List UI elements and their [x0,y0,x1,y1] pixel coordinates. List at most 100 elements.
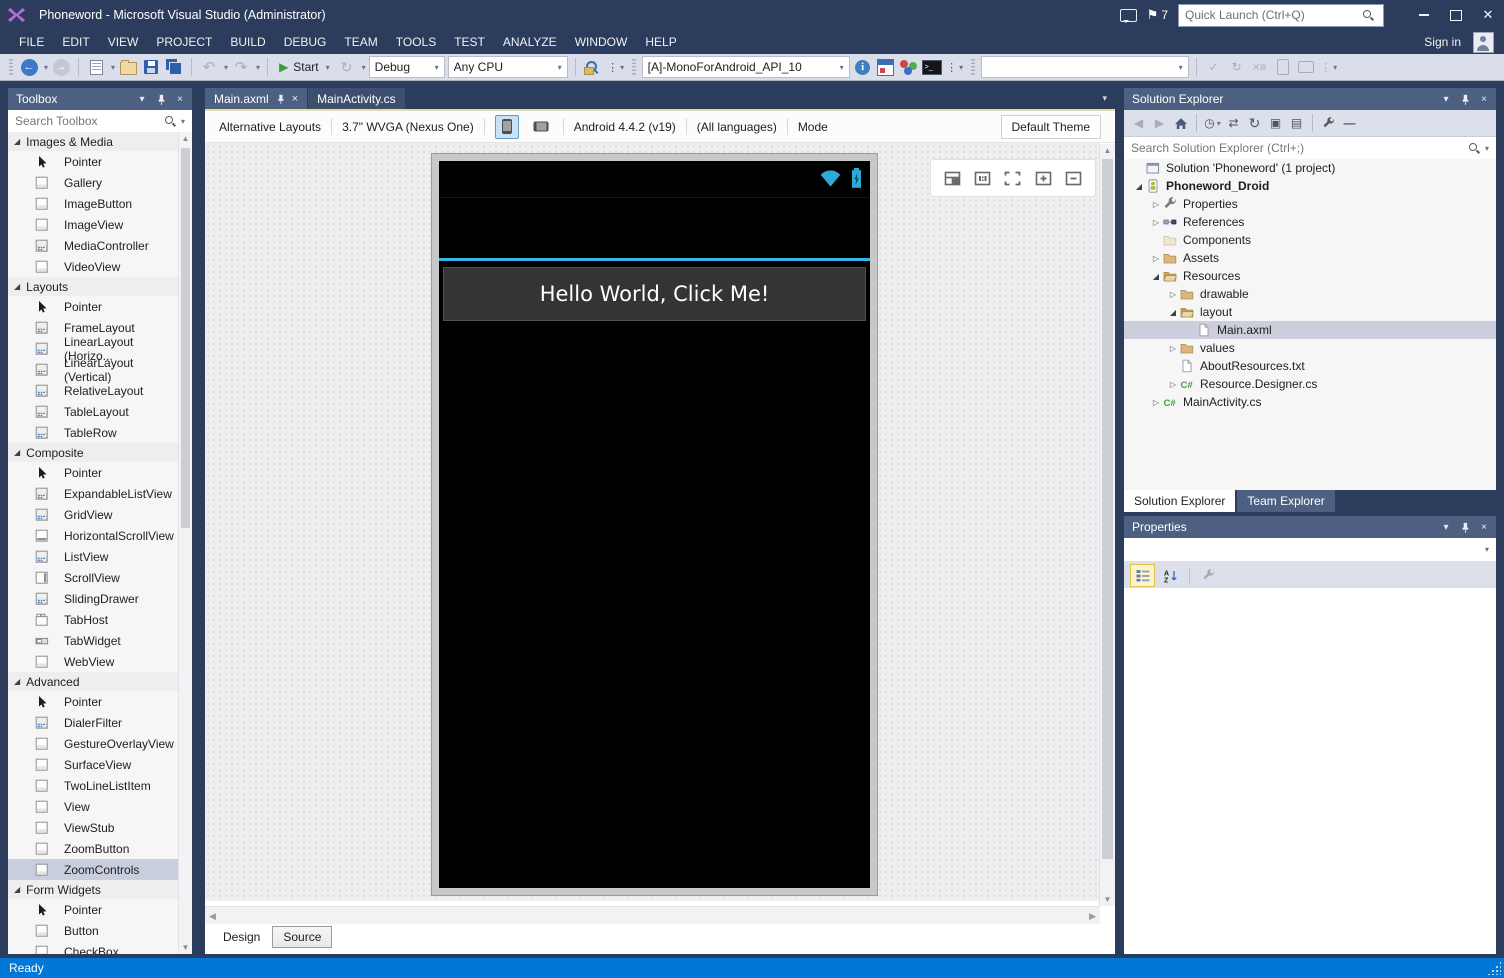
tree-item-properties[interactable]: ▷Properties [1124,195,1496,213]
menu-help[interactable]: HELP [636,31,685,53]
toolbar-options-overflow[interactable]: ⋮▾ [606,56,626,78]
toolbox-item-tabwidget[interactable]: TabWidget [8,630,179,651]
close-icon[interactable]: × [1475,518,1493,536]
theme-select-button[interactable]: Default Theme [1001,115,1102,139]
empty-combo[interactable]: ▾ [981,56,1189,78]
solution-explorer-search-input[interactable]: Search Solution Explorer (Ctrl+;) ▾ [1124,137,1496,160]
menu-file[interactable]: FILE [10,31,53,53]
toolbar-grip[interactable] [9,59,13,75]
expanded-arrow-icon[interactable]: ◢ [1132,182,1146,191]
toolbox-category-form-widgets[interactable]: ◢Form Widgets [8,880,179,899]
home-icon[interactable] [1171,113,1190,133]
tree-item-assets[interactable]: ▷Assets [1124,249,1496,267]
configuration-select[interactable]: Debug▾ [369,56,445,78]
tree-item-components[interactable]: Components [1124,231,1496,249]
toolbox-item-gestureoverlayview[interactable]: GestureOverlayView [8,733,179,754]
tree-item-solution-phoneword-1-project[interactable]: Solution 'Phoneword' (1 project) [1124,159,1496,177]
toolbox-item-horizontalscrollview[interactable]: HorizontalScrollView [8,525,179,546]
toolbox-category-composite[interactable]: ◢Composite [8,443,179,462]
scroll-up-arrow[interactable]: ▲ [1100,144,1115,157]
toolbox-item-zoomcontrols[interactable]: ZoomControls [8,859,179,880]
restart-button[interactable]: ↻ [337,56,357,78]
toolbox-item-webview[interactable]: WebView [8,651,179,672]
save-button[interactable] [141,56,161,78]
tree-item-resources[interactable]: ◢Resources [1124,267,1496,285]
sign-in-link[interactable]: Sign in [1424,35,1461,49]
toolbox-item-pointer[interactable]: Pointer [8,691,179,712]
language-select[interactable]: (All languages) [697,120,777,134]
toolbox-item-surfaceview[interactable]: SurfaceView [8,754,179,775]
collapsed-arrow-icon[interactable]: ▷ [1166,344,1180,353]
mode-select[interactable]: Mode [798,120,828,134]
redo-caret[interactable]: ▾ [256,63,260,72]
toolbox-item-pointer[interactable]: Pointer [8,899,179,920]
toolbox-item-pointer[interactable]: Pointer [8,151,179,172]
layout-decorations-button[interactable] [944,171,961,186]
start-debug-button[interactable]: ▶ Start ▾ [275,60,334,74]
landscape-orientation-button[interactable] [529,115,553,139]
designer-horizontal-scrollbar[interactable]: ◀ ▶ [205,906,1100,925]
feedback-icon[interactable] [1120,9,1137,22]
toolbar-grip[interactable] [971,59,975,75]
pin-icon[interactable] [1456,90,1474,108]
navigate-backward-caret[interactable]: ▾ [44,63,48,72]
expanded-arrow-icon[interactable]: ◢ [1166,308,1180,317]
collapsed-arrow-icon[interactable]: ▷ [1166,380,1180,389]
tree-item-references[interactable]: ▷References [1124,213,1496,231]
device-info-button[interactable]: i [853,56,873,78]
collapsed-arrow-icon[interactable]: ▷ [1149,218,1163,227]
toolbox-category-images-media[interactable]: ◢Images & Media [8,132,179,151]
toolbox-item-pointer[interactable]: Pointer [8,462,179,483]
hello-world-button[interactable]: Hello World, Click Me! [443,267,866,321]
tree-item-phoneword-droid[interactable]: ◢Phoneword_Droid [1124,177,1496,195]
toolbox-category-advanced[interactable]: ◢Advanced [8,672,179,691]
toolbox-item-videoview[interactable]: VideoView [8,256,179,277]
collapsed-arrow-icon[interactable]: ▷ [1149,254,1163,263]
target-device-select[interactable]: [A]-MonoForAndroid_API_10▾ [642,56,850,78]
tree-item-aboutresources-txt[interactable]: AboutResources.txt [1124,357,1496,375]
toolbox-item-zoombutton[interactable]: ZoomButton [8,838,179,859]
menu-test[interactable]: TEST [445,31,494,53]
toolbox-item-imagebutton[interactable]: ImageButton [8,193,179,214]
notifications-flag[interactable]: ⚑ 7 [1147,7,1168,23]
close-icon[interactable]: × [292,93,298,105]
scroll-down-arrow[interactable]: ▼ [179,941,192,954]
preview-selected-items-icon[interactable]: — [1340,113,1359,133]
window-position-icon[interactable]: ▾ [1437,90,1455,108]
show-all-files-icon[interactable]: ▤ [1287,113,1306,133]
menu-build[interactable]: BUILD [221,31,274,53]
tree-item-values[interactable]: ▷values [1124,339,1496,357]
toolbox-item-pointer[interactable]: Pointer [8,296,179,317]
properties-wrench-icon[interactable] [1319,113,1338,133]
properties-object-select[interactable]: ▾ [1124,538,1496,562]
scrollbar-thumb[interactable] [1102,159,1113,859]
close-icon[interactable]: × [1475,90,1493,108]
actual-size-button[interactable] [1004,171,1021,186]
pin-icon[interactable] [276,94,285,104]
toolbox-item-twolinelistitem[interactable]: TwoLineListItem [8,775,179,796]
search-options-caret[interactable]: ▾ [1485,144,1489,153]
collapsed-arrow-icon[interactable]: ▷ [1149,398,1163,407]
user-avatar[interactable] [1473,32,1494,53]
alternative-layouts-button[interactable]: Alternative Layouts [219,120,321,134]
scroll-right-arrow[interactable]: ▶ [1089,911,1096,922]
portrait-orientation-button[interactable] [495,115,519,139]
toolbar-options-overflow[interactable]: ⋮▾ [1319,56,1339,78]
menu-edit[interactable]: EDIT [53,31,98,53]
redo-button[interactable]: ↷ [231,56,251,78]
alphabetical-sort-button[interactable]: AZ [1159,565,1182,586]
adb-console-button[interactable]: >_ [922,56,942,78]
toolbox-item-view[interactable]: View [8,796,179,817]
pin-icon[interactable] [1456,518,1474,536]
menu-view[interactable]: VIEW [99,31,148,53]
window-position-icon[interactable]: ▾ [133,90,151,108]
toolbar-grip[interactable] [632,59,636,75]
toolbox-item-dialerfilter[interactable]: DialerFilter [8,712,179,733]
pin-icon[interactable] [152,90,170,108]
window-position-icon[interactable]: ▾ [1437,518,1455,536]
tree-item-main-axml[interactable]: Main.axml [1124,321,1496,339]
document-tab-mainactivity-cs[interactable]: MainActivity.cs [308,88,404,109]
collapse-all-icon[interactable]: ▣ [1266,113,1285,133]
menu-project[interactable]: PROJECT [147,31,221,53]
pending-changes-filter-icon[interactable]: ◷▾ [1203,113,1222,133]
